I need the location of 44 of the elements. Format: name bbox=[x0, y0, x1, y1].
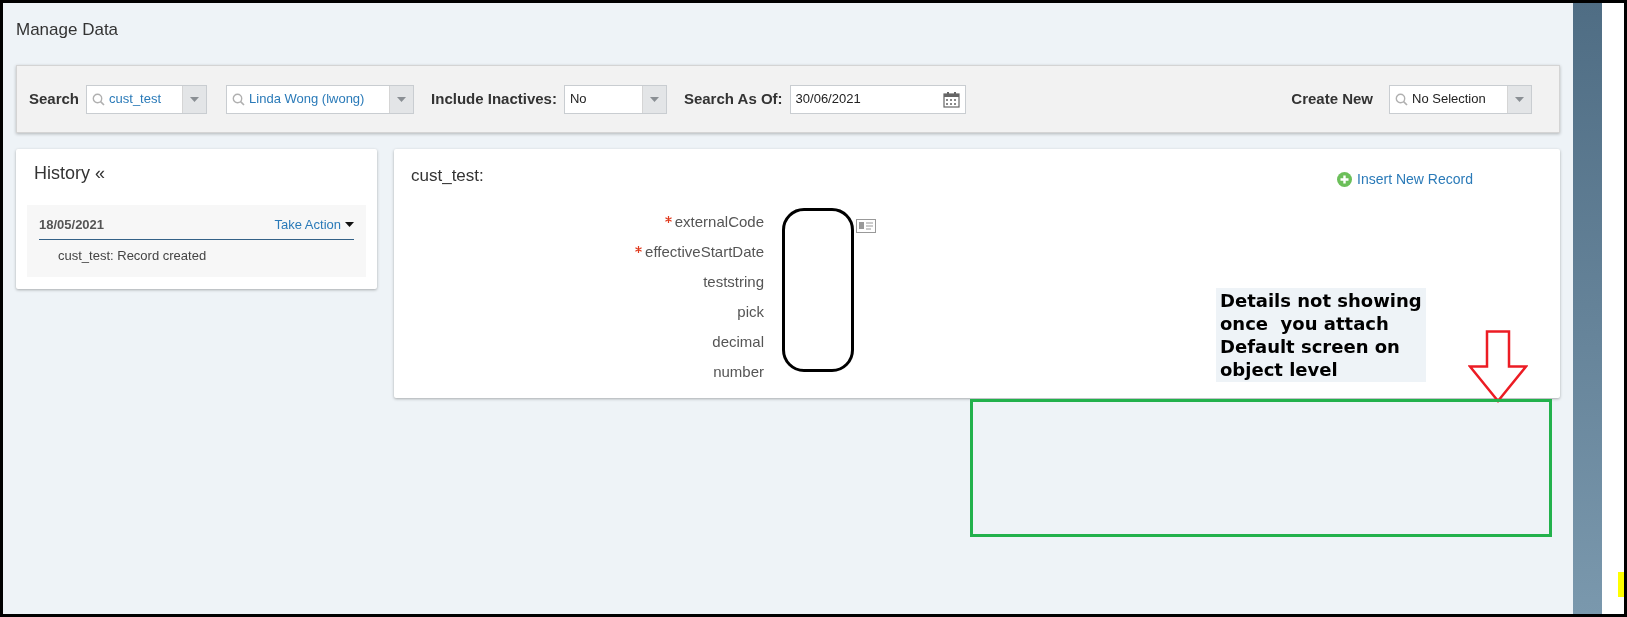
plus-circle-icon bbox=[1337, 172, 1353, 187]
annotation-note: Details not showing once you attach Default screen on object level bbox=[1216, 288, 1426, 382]
dropdown-button[interactable] bbox=[1507, 85, 1531, 113]
dropdown-button[interactable] bbox=[641, 85, 666, 113]
field-label: externalCode bbox=[674, 211, 764, 232]
combo-field[interactable]: No bbox=[563, 84, 667, 114]
calendar-icon[interactable] bbox=[942, 90, 960, 108]
field-value: Linda Wong (lwong) bbox=[249, 90, 365, 109]
field-label: pick bbox=[737, 301, 764, 322]
caret-icon bbox=[190, 96, 200, 102]
combo-field[interactable]: No Selection bbox=[1389, 84, 1532, 114]
field-label: Search bbox=[29, 88, 80, 109]
date-field[interactable]: 30/06/2021 bbox=[789, 84, 966, 114]
field-label: Create New bbox=[1291, 88, 1373, 109]
caret-icon bbox=[345, 222, 354, 228]
combo-field[interactable]: Linda Wong (lwong) bbox=[226, 84, 415, 114]
caret-icon bbox=[397, 96, 407, 102]
history-note: cust_test: Record created bbox=[57, 246, 208, 265]
history-date: 18/05/2021 bbox=[39, 216, 105, 234]
search-icon bbox=[92, 92, 106, 106]
field-value: No Selection bbox=[1412, 90, 1486, 109]
dropdown-button[interactable] bbox=[389, 85, 414, 113]
field-value: No bbox=[569, 90, 587, 109]
highlight-mark bbox=[1618, 572, 1624, 597]
field-label: Search As Of: bbox=[683, 88, 783, 109]
search-icon bbox=[1395, 92, 1408, 106]
record-title: cust_test: bbox=[411, 165, 484, 187]
field-label: decimal bbox=[712, 331, 764, 352]
field-label: effectiveStartDate bbox=[645, 241, 764, 262]
field-label: Include Inactives: bbox=[431, 88, 557, 109]
insert-record-link[interactable]: Insert New Record bbox=[1337, 169, 1473, 190]
field-label: teststring bbox=[703, 271, 764, 292]
page-title: Manage Data bbox=[16, 19, 120, 41]
take-action-link[interactable]: Take Action bbox=[274, 215, 354, 235]
search-icon bbox=[232, 92, 246, 106]
history-title: History « bbox=[33, 162, 106, 185]
combo-field[interactable]: cust_test bbox=[86, 84, 208, 114]
field-label: number bbox=[713, 361, 764, 382]
field-value: 30/06/2021 bbox=[795, 90, 861, 109]
caret-icon bbox=[649, 96, 659, 102]
field-value: cust_test bbox=[109, 90, 162, 109]
id-card-icon bbox=[856, 219, 876, 233]
dropdown-button[interactable] bbox=[182, 85, 207, 113]
caret-icon bbox=[1515, 96, 1524, 102]
